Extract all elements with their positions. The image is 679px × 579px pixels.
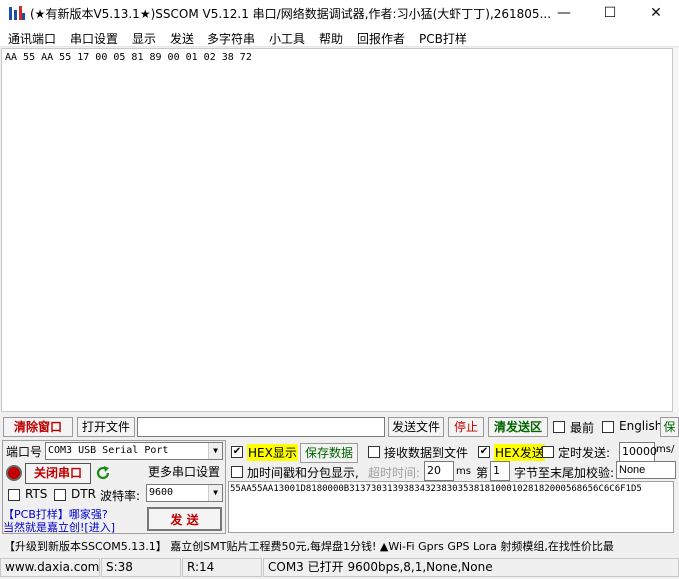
timestamp-label: 加时间戳和分包显示, bbox=[247, 466, 359, 480]
receive-text: AA 55 AA 55 17 00 05 81 89 00 01 02 38 7… bbox=[5, 52, 252, 63]
baud-label: 波特率: bbox=[100, 489, 141, 503]
title-bar: (★有新版本V5.13.1★)SSCOM V5.12.1 串口/网络数据调试器,… bbox=[0, 0, 679, 27]
checksum-start-input[interactable]: 1 bbox=[490, 461, 510, 481]
more-settings-button[interactable]: 更多串口设置 bbox=[145, 463, 223, 483]
hex-send-checkbox[interactable]: ✔ bbox=[478, 446, 490, 458]
checksum-value: None bbox=[619, 464, 646, 476]
timed-send-checkbox[interactable] bbox=[542, 446, 554, 458]
dtr-label: DTR bbox=[71, 487, 96, 501]
nth-label: 第 bbox=[476, 466, 489, 480]
send-data-text: 55AA55AA13001D8180000B313730313938343238… bbox=[230, 484, 642, 494]
top-most-label: 最前 bbox=[570, 421, 595, 435]
send-file-button[interactable]: 发送文件 bbox=[388, 417, 444, 437]
menu-tools[interactable]: 小工具 bbox=[269, 30, 305, 47]
minimize-button[interactable]: — bbox=[541, 0, 587, 27]
timeout-unit-label: ms bbox=[456, 466, 471, 477]
save-data-button[interactable]: 保存数据 bbox=[300, 443, 358, 463]
close-port-button[interactable]: 关闭串口 bbox=[25, 463, 91, 484]
receive-to-file-label: 接收数据到文件 bbox=[384, 446, 469, 460]
refresh-icon[interactable] bbox=[95, 465, 111, 481]
open-file-button[interactable]: 打开文件 bbox=[77, 417, 135, 437]
english-checkbox[interactable] bbox=[602, 421, 614, 433]
menu-serial-settings[interactable]: 串口设置 bbox=[70, 30, 118, 47]
top-most-checkbox[interactable] bbox=[553, 421, 565, 433]
menu-comm-port[interactable]: 通讯端口 bbox=[8, 30, 56, 47]
status-website[interactable]: www.daxia.com bbox=[0, 558, 100, 577]
maximize-button[interactable]: ☐ bbox=[587, 0, 633, 27]
port-label: 端口号 bbox=[6, 445, 43, 459]
timed-unit-label: ms/ bbox=[656, 444, 675, 455]
promo-banner-text: 【升级到新版本SSCOM5.13.1】 嘉立创SMT贴片工程费50元,每焊盘1分… bbox=[4, 540, 614, 553]
menu-multi-string[interactable]: 多字符串 bbox=[207, 30, 255, 47]
hex-send-label: HEX发送 bbox=[494, 444, 545, 461]
window-title: (★有新版本V5.13.1★)SSCOM V5.12.1 串口/网络数据调试器,… bbox=[30, 7, 552, 21]
port-status-icon bbox=[6, 465, 22, 481]
menu-display[interactable]: 显示 bbox=[132, 30, 156, 47]
port-value: COM3 USB Serial Port bbox=[48, 445, 169, 456]
menu-send[interactable]: 发送 bbox=[170, 30, 194, 47]
clear-send-button[interactable]: 清发送区 bbox=[488, 417, 548, 437]
menu-help[interactable]: 帮助 bbox=[319, 30, 343, 47]
baud-select[interactable]: 9600 ▼ bbox=[146, 484, 223, 502]
chevron-down-icon: ▼ bbox=[208, 443, 222, 459]
status-port-state: COM3 已打开 9600bps,8,1,None,None bbox=[263, 558, 679, 577]
promo-jlc-link[interactable]: 当然就是嘉立创![进入] bbox=[3, 519, 115, 535]
hex-display-checkbox[interactable]: ✔ bbox=[231, 446, 243, 458]
menu-pcb[interactable]: PCB打样 bbox=[419, 30, 467, 47]
send-data-area[interactable]: 55AA55AA13001D8180000B313730313938343238… bbox=[228, 481, 674, 533]
clear-window-button[interactable]: 清除窗口 bbox=[3, 417, 73, 437]
close-button[interactable]: ✕ bbox=[633, 0, 679, 27]
stop-button[interactable]: 停止 bbox=[448, 417, 484, 437]
timeout-input[interactable]: 20 bbox=[424, 461, 454, 481]
rts-checkbox[interactable] bbox=[8, 489, 20, 501]
status-sent-count: S:38 bbox=[101, 558, 181, 577]
timed-interval-input[interactable]: 10000 bbox=[619, 442, 657, 462]
receive-scrollbar[interactable] bbox=[673, 48, 679, 412]
checksum-label: 字节至末尾加校验: bbox=[514, 466, 615, 480]
receive-area[interactable]: AA 55 AA 55 17 00 05 81 89 00 01 02 38 7… bbox=[1, 48, 673, 412]
status-received-count: R:14 bbox=[182, 558, 262, 577]
promo-banner[interactable]: 【升级到新版本SSCOM5.13.1】 嘉立创SMT贴片工程费50元,每焊盘1分… bbox=[0, 536, 679, 554]
status-bar: www.daxia.com S:38 R:14 COM3 已打开 9600bps… bbox=[0, 556, 679, 579]
rts-label: RTS bbox=[25, 487, 48, 501]
dtr-checkbox[interactable] bbox=[54, 489, 66, 501]
english-label: English bbox=[619, 419, 663, 433]
chevron-down-icon: ▼ bbox=[208, 485, 222, 501]
receive-to-file-checkbox[interactable] bbox=[368, 446, 380, 458]
timestamp-checkbox[interactable] bbox=[231, 466, 243, 478]
menu-feedback[interactable]: 回报作者 bbox=[357, 30, 405, 47]
file-path-input[interactable] bbox=[137, 417, 385, 437]
baud-value: 9600 bbox=[149, 487, 174, 498]
menu-bar: 通讯端口 串口设置 显示 发送 多字符串 小工具 帮助 回报作者 PCB打样 bbox=[0, 27, 679, 47]
hex-display-label: HEX显示 bbox=[247, 444, 298, 461]
send-button[interactable]: 发 送 bbox=[147, 507, 222, 531]
checksum-select[interactable]: None bbox=[616, 461, 676, 479]
timeout-label: 超时时间: bbox=[368, 466, 421, 480]
timed-send-label: 定时发送: bbox=[558, 446, 611, 460]
port-select[interactable]: COM3 USB Serial Port ▼ bbox=[45, 442, 223, 460]
sscom-app-icon bbox=[9, 6, 25, 20]
save-params-button[interactable]: 保 bbox=[660, 417, 679, 437]
